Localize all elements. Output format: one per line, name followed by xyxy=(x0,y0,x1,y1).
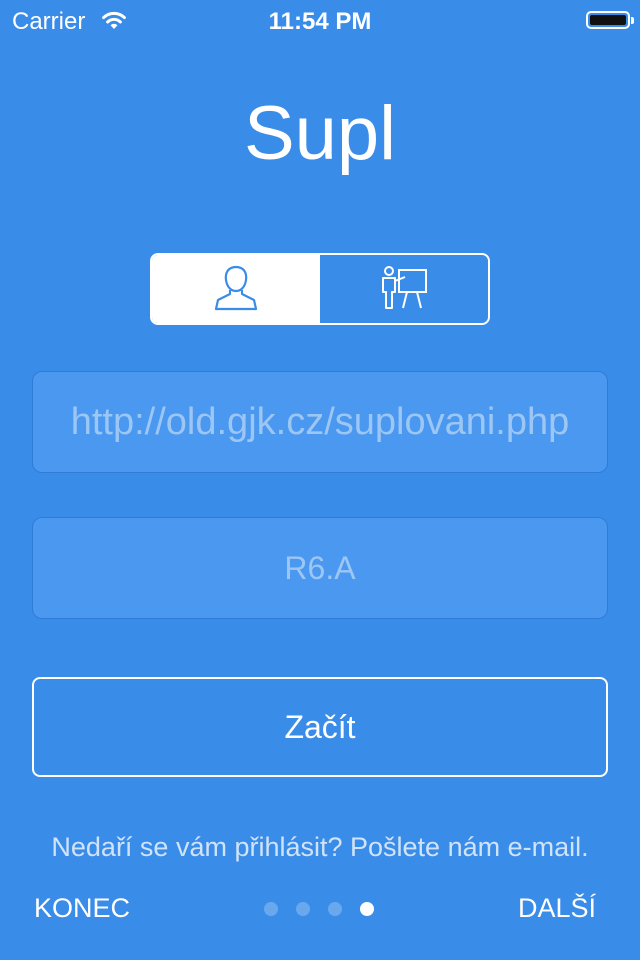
class-input[interactable]: R6.A xyxy=(32,517,608,619)
page-dot-active[interactable] xyxy=(360,902,374,916)
app-title: Supl xyxy=(243,91,397,176)
teacher-segment[interactable] xyxy=(320,255,488,323)
page-dot[interactable] xyxy=(328,902,342,916)
onboarding-nav: KONEC DALŠÍ xyxy=(0,890,640,930)
email-help-link[interactable]: Nedaří se vám přihlásit? Pošlete nám e-m… xyxy=(0,832,640,863)
student-icon xyxy=(213,263,259,316)
start-button[interactable]: Začít xyxy=(32,677,608,777)
next-button[interactable]: DALŠÍ xyxy=(518,890,596,926)
clock: 11:54 PM xyxy=(268,8,372,35)
page-dot[interactable] xyxy=(296,902,310,916)
status-bar: Carrier 11:54 PM xyxy=(0,0,640,40)
end-button[interactable]: KONEC xyxy=(34,890,130,926)
role-segmented-control[interactable] xyxy=(150,253,490,325)
url-input[interactable]: http://old.gjk.cz/suplovani.php xyxy=(32,371,608,473)
page-indicator[interactable] xyxy=(264,902,374,916)
battery-icon xyxy=(586,11,634,29)
teacher-icon xyxy=(379,264,429,315)
page-dot[interactable] xyxy=(264,902,278,916)
student-segment[interactable] xyxy=(152,255,320,323)
